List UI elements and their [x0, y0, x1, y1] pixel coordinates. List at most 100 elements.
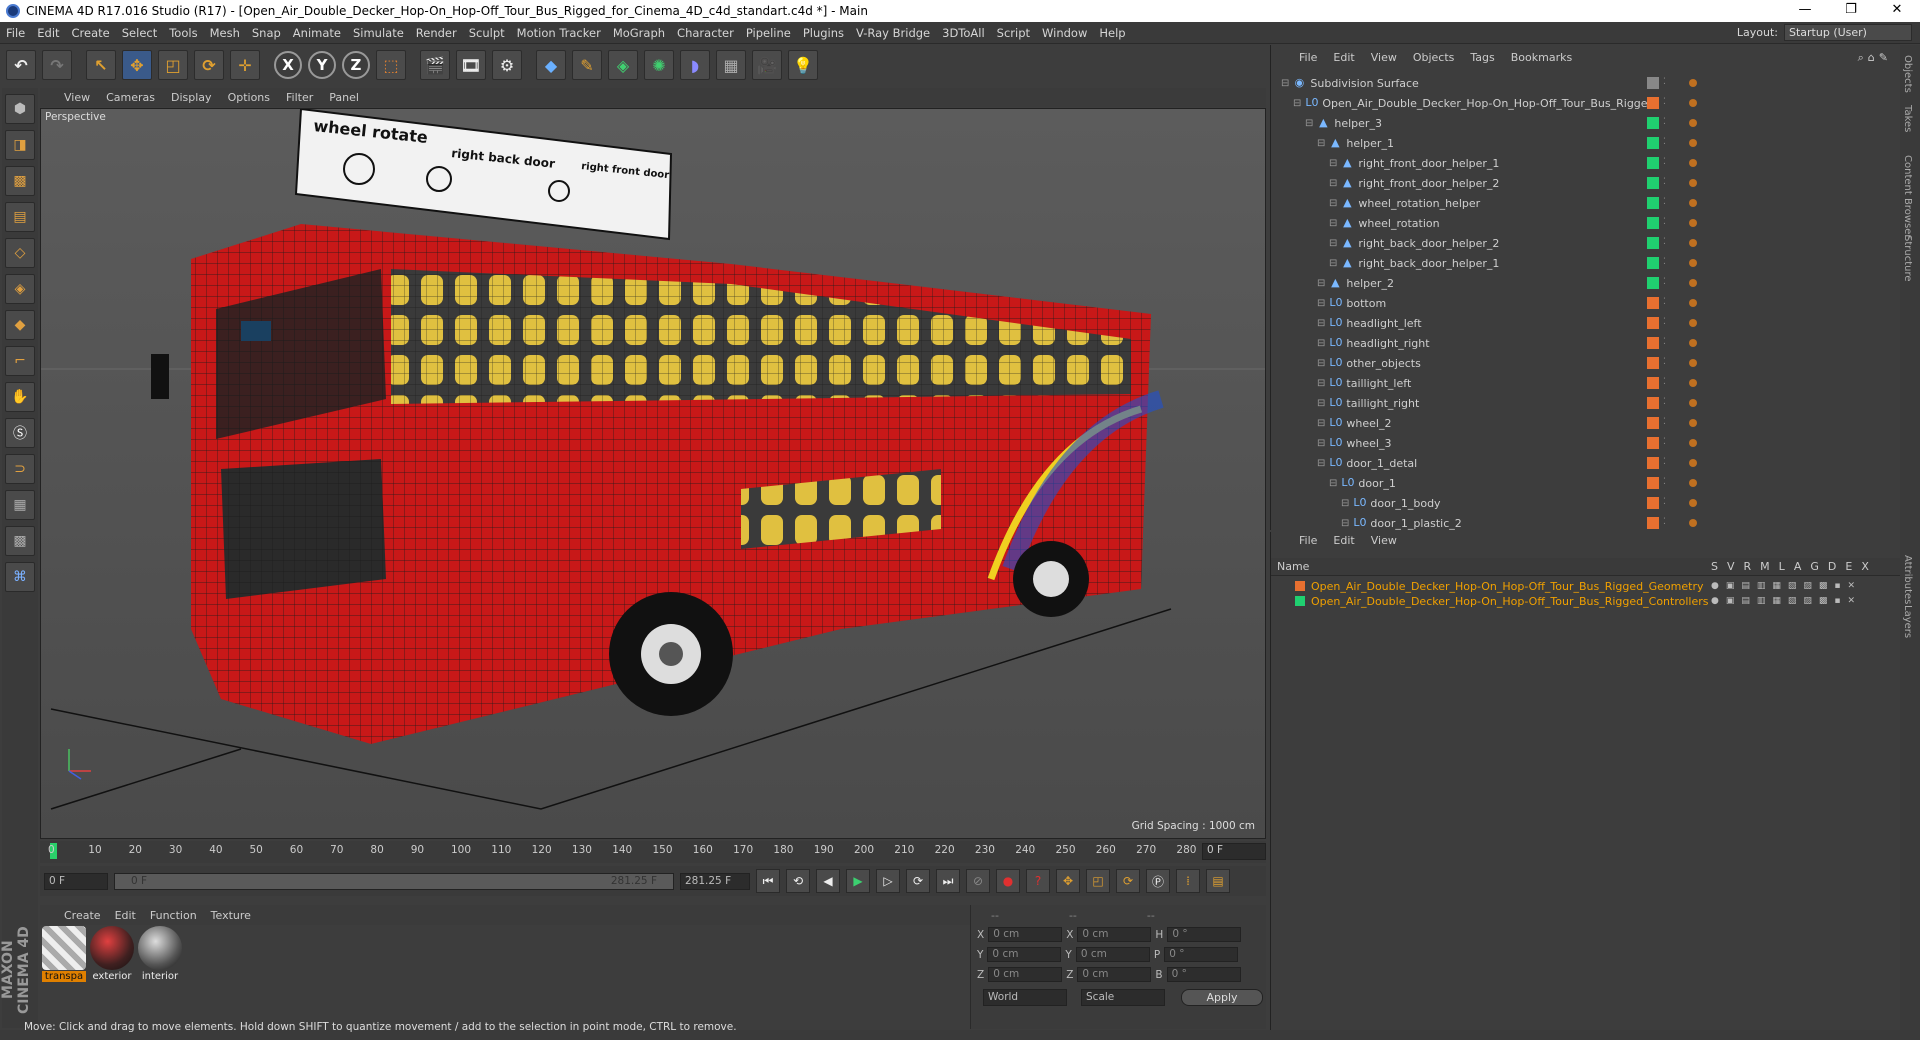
make-editable-icon[interactable]: ⬢: [5, 94, 35, 124]
expand-icon[interactable]: ⊟: [1329, 198, 1337, 209]
pen-spline-icon[interactable]: ✎: [572, 50, 602, 80]
object-row[interactable]: ⊟ L0 headlight_left ⁚: [1271, 313, 1901, 333]
play-icon[interactable]: ▶: [846, 869, 870, 893]
cube-object-icon[interactable]: ◆: [536, 50, 566, 80]
visibility-dots-icon[interactable]: ⁚: [1663, 217, 1669, 229]
coord-value-field[interactable]: 0 cm: [987, 947, 1062, 962]
object-menu-bookmarks[interactable]: Bookmarks: [1511, 51, 1572, 69]
object-row[interactable]: ⊟ L0 taillight_right ⁚: [1271, 393, 1901, 413]
layer-row[interactable]: Open_Air_Double_Decker_Hop-On_Hop-Off_To…: [1271, 593, 1901, 609]
menu-file[interactable]: File: [6, 26, 25, 40]
axis-mode-icon[interactable]: ⌐: [5, 346, 35, 376]
constraint-tag-icon[interactable]: [1689, 259, 1697, 267]
constraint-tag-icon[interactable]: [1689, 219, 1697, 227]
constraint-tag-icon[interactable]: [1689, 159, 1697, 167]
z-axis-lock-button[interactable]: Z: [342, 51, 370, 79]
menu-render[interactable]: Render: [416, 26, 457, 40]
object-row[interactable]: ⊟ L0 door_1 ⁚: [1271, 473, 1901, 493]
record-key-icon[interactable]: ●: [996, 869, 1020, 893]
constraint-tag-icon[interactable]: [1689, 239, 1697, 247]
expand-icon[interactable]: ⊟: [1317, 298, 1325, 309]
menu-plugins[interactable]: Plugins: [803, 26, 844, 40]
preview-range-slider[interactable]: 0 F 281.25 F: [114, 872, 674, 890]
visibility-dots-icon[interactable]: ⁚: [1663, 397, 1669, 409]
key-pla-icon[interactable]: ⁞: [1176, 869, 1200, 893]
viewport-menu-filter[interactable]: Filter: [286, 91, 313, 104]
solo-mode-icon[interactable]: Ⓢ: [5, 418, 35, 448]
workplane-mode-icon[interactable]: ▤: [5, 202, 35, 232]
coord-value-field[interactable]: 0 cm: [988, 967, 1063, 982]
points-mode-icon[interactable]: ◇: [5, 238, 35, 268]
constraint-tag-icon[interactable]: [1689, 179, 1697, 187]
constraint-tag-icon[interactable]: [1689, 79, 1697, 87]
key-rotation-icon[interactable]: ⟳: [1116, 869, 1140, 893]
object-row[interactable]: ⊟ ▲ helper_1 ⁚: [1271, 133, 1901, 153]
coordinate-system-icon[interactable]: ⬚: [376, 50, 406, 80]
expand-icon[interactable]: ⊟: [1317, 458, 1325, 469]
visibility-dots-icon[interactable]: ⁚: [1663, 337, 1669, 349]
expand-icon[interactable]: ⊟: [1317, 418, 1325, 429]
apply-button[interactable]: Apply: [1181, 989, 1263, 1006]
layout-dropdown[interactable]: Startup (User): [1784, 24, 1912, 41]
go-to-end-icon[interactable]: ⏭: [936, 869, 960, 893]
render-picture-viewer-icon[interactable]: 🎞: [456, 50, 486, 80]
snap-icon[interactable]: ⊃: [5, 454, 35, 484]
object-row[interactable]: ⊟ L0 taillight_left ⁚: [1271, 373, 1901, 393]
viewport-menu-panel[interactable]: Panel: [329, 91, 359, 104]
layer-flags-icon[interactable]: ●▣▤▥▦▧▨▩▪✕: [1711, 581, 1862, 591]
object-row[interactable]: ⊟ ▲ right_back_door_helper_1 ⁚: [1271, 253, 1901, 273]
camera-object-icon[interactable]: 🎥: [752, 50, 782, 80]
autokey-icon[interactable]: ?: [1026, 869, 1050, 893]
expand-icon[interactable]: ⊟: [1305, 118, 1313, 129]
visibility-dots-icon[interactable]: ⁚: [1663, 137, 1669, 149]
menu-3dtoall[interactable]: 3DToAll: [942, 26, 985, 40]
deformer-icon[interactable]: ◗: [680, 50, 710, 80]
move-tool-icon[interactable]: ✥: [122, 50, 152, 80]
key-position-icon[interactable]: ✥: [1056, 869, 1080, 893]
object-row[interactable]: ⊟ L0 wheel_2 ⁚: [1271, 413, 1901, 433]
constraint-tag-icon[interactable]: [1689, 419, 1697, 427]
light-object-icon[interactable]: 💡: [788, 50, 818, 80]
end-frame-field[interactable]: 281.25 F: [680, 872, 750, 890]
expand-icon[interactable]: ⊟: [1317, 378, 1325, 389]
menu-motion-tracker[interactable]: Motion Tracker: [517, 26, 601, 40]
locked-workplane-icon[interactable]: ▩: [5, 526, 35, 556]
close-button[interactable]: ✕: [1874, 0, 1920, 22]
next-key-icon[interactable]: ⟳: [906, 869, 930, 893]
coord-value-field[interactable]: 0 cm: [988, 927, 1063, 942]
material-menu-function[interactable]: Function: [150, 909, 197, 922]
menu-mesh[interactable]: Mesh: [210, 26, 240, 40]
render-settings-icon[interactable]: ⚙: [492, 50, 522, 80]
object-row[interactable]: ⊟ ▲ helper_2 ⁚: [1271, 273, 1901, 293]
object-row[interactable]: ⊟ L0 bottom ⁚: [1271, 293, 1901, 313]
start-frame-field[interactable]: 0 F: [44, 872, 108, 890]
object-row[interactable]: ⊟ ◉ Subdivision Surface ⁚: [1271, 73, 1901, 93]
constraint-tag-icon[interactable]: [1689, 399, 1697, 407]
floor-object-icon[interactable]: ▦: [716, 50, 746, 80]
go-to-start-icon[interactable]: ⏮: [756, 869, 780, 893]
material-menu-edit[interactable]: Edit: [115, 909, 136, 922]
constraint-tag-icon[interactable]: [1689, 379, 1697, 387]
visibility-dots-icon[interactable]: ⁚: [1663, 357, 1669, 369]
constraint-tag-icon[interactable]: [1689, 519, 1697, 527]
array-generator-icon[interactable]: ✺: [644, 50, 674, 80]
visibility-dots-icon[interactable]: ⁚: [1663, 77, 1669, 89]
object-menu-tags[interactable]: Tags: [1470, 51, 1494, 69]
visibility-dots-icon[interactable]: ⁚: [1663, 157, 1669, 169]
menu-v-ray-bridge[interactable]: V-Ray Bridge: [856, 26, 930, 40]
constraint-tag-icon[interactable]: [1689, 119, 1697, 127]
constraint-tag-icon[interactable]: [1689, 359, 1697, 367]
next-frame-icon[interactable]: ▷: [876, 869, 900, 893]
coord-value-field[interactable]: 0 cm: [1077, 927, 1152, 942]
object-row[interactable]: ⊟ L0 wheel_3 ⁚: [1271, 433, 1901, 453]
edges-mode-icon[interactable]: ◈: [5, 274, 35, 304]
constraint-tag-icon[interactable]: [1689, 479, 1697, 487]
viewport-menu-view[interactable]: View: [64, 91, 90, 104]
expand-icon[interactable]: ⊟: [1317, 338, 1325, 349]
perspective-viewport[interactable]: wheel rotate right back door right front…: [40, 108, 1266, 839]
expand-icon[interactable]: ⊟: [1329, 258, 1337, 269]
constraint-tag-icon[interactable]: [1689, 99, 1697, 107]
object-row[interactable]: ⊟ ▲ wheel_rotation_helper ⁚: [1271, 193, 1901, 213]
expand-icon[interactable]: ⊟: [1281, 78, 1289, 89]
visibility-dots-icon[interactable]: ⁚: [1663, 237, 1669, 249]
